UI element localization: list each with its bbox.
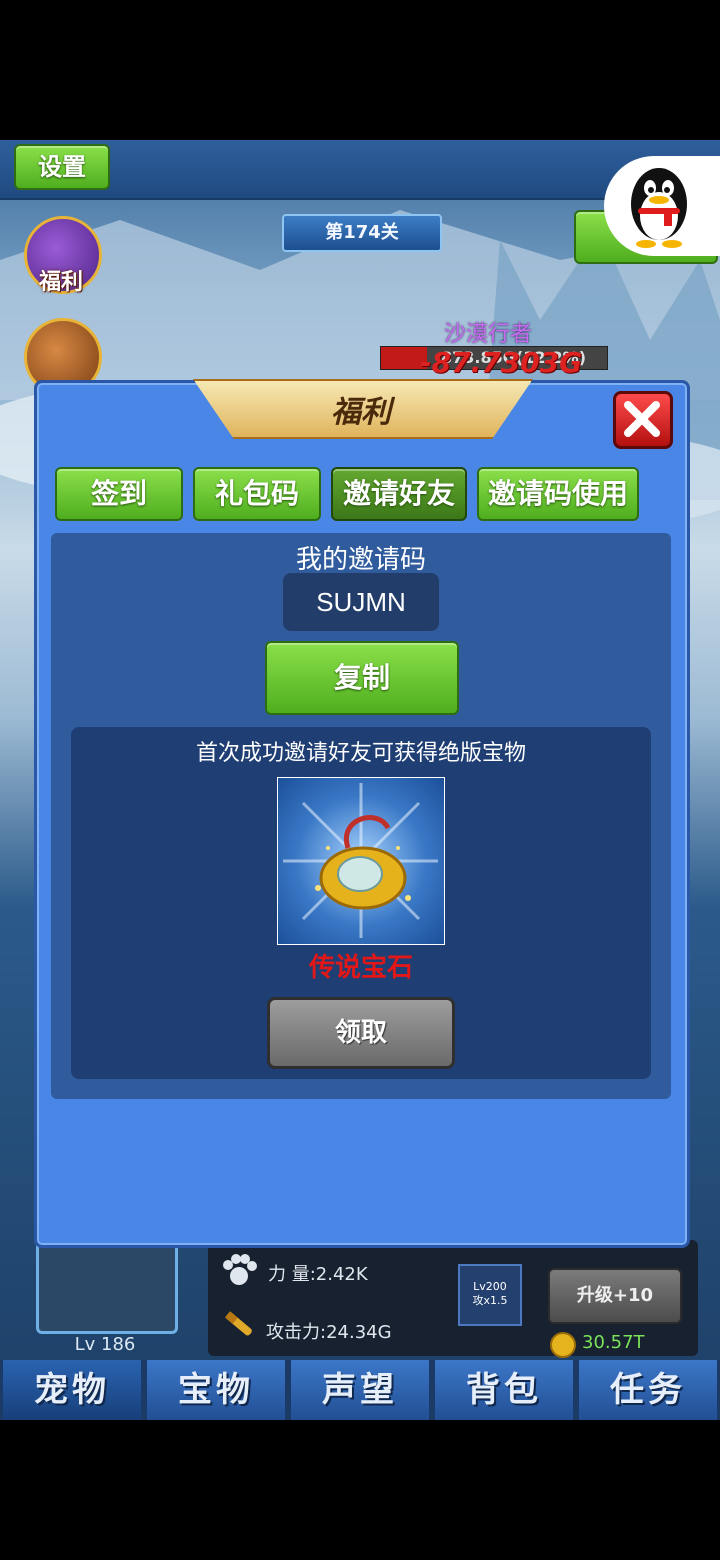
reward-name: 传说宝石 — [308, 953, 413, 983]
qq-floating-button[interactable] — [604, 156, 720, 256]
coin-icon — [550, 1332, 576, 1358]
invite-code-box: SUJMN — [283, 573, 439, 631]
qq-penguin-icon — [624, 164, 694, 248]
close-icon — [624, 401, 660, 437]
close-button[interactable] — [613, 391, 673, 449]
reward-description: 首次成功邀请好友可获得绝版宝物 — [195, 741, 526, 766]
bottom-nav: 宠物 宝物 声望 背包 任务 — [0, 1360, 720, 1420]
pet-portrait[interactable] — [36, 1240, 178, 1334]
tab-sign-in[interactable]: 签到 — [55, 467, 183, 521]
welfare-icon-label: 福利 — [38, 270, 83, 295]
reward-panel: 首次成功邀请好友可获得绝版宝物 传说宝石 领取 — [71, 727, 651, 1079]
attack-stat: 攻击力:24.34G — [266, 1322, 392, 1343]
invite-code-heading: 我的邀请码 — [295, 545, 426, 575]
dialog-title: 福利 — [331, 395, 391, 430]
tab-use-invite-code[interactable]: 邀请码使用 — [477, 467, 639, 521]
upgrade-button[interactable]: 升级+10 — [548, 1268, 682, 1324]
claim-button[interactable]: 领取 — [267, 997, 455, 1069]
invite-panel: 我的邀请码 SUJMN 复制 首次成功邀请好友可获得绝版宝物 传说宝石 领取 — [51, 533, 671, 1099]
paw-icon — [220, 1252, 258, 1288]
nav-tab-pet[interactable]: 宠物 — [3, 1360, 141, 1420]
level-banner: 第174关 — [282, 214, 442, 252]
nav-tab-quest[interactable]: 任务 — [579, 1360, 717, 1420]
boost-level: Lv200 — [473, 1280, 507, 1293]
settings-button[interactable]: 设置 — [14, 144, 110, 190]
tab-gift-code[interactable]: 礼包码 — [193, 467, 321, 521]
damage-number: -87.7303G — [420, 346, 583, 379]
nav-tab-treasure[interactable]: 宝物 — [147, 1360, 285, 1420]
tab-invite-friends[interactable]: 邀请好友 — [331, 467, 467, 521]
sword-icon — [220, 1306, 258, 1342]
welfare-dialog: 福利 签到 礼包码 邀请好友 邀请码使用 我的邀请码 SUJMN 复制 首次成功… — [34, 379, 690, 1248]
enemy-name: 沙漠行者 — [444, 322, 533, 347]
boost-badge: Lv200 攻x1.5 — [458, 1264, 522, 1326]
legendary-gem-icon — [277, 777, 445, 945]
coin-cost: 30.57T — [582, 1332, 645, 1353]
power-stat: 力 量:2.42K — [268, 1264, 368, 1285]
boost-multiplier: 攻x1.5 — [472, 1294, 508, 1307]
nav-tab-prestige[interactable]: 声望 — [291, 1360, 429, 1420]
pet-level: Lv 186 — [74, 1334, 136, 1355]
nav-tab-bag[interactable]: 背包 — [435, 1360, 573, 1420]
copy-button[interactable]: 复制 — [265, 641, 459, 715]
invite-code-value: SUJMN — [316, 587, 406, 617]
